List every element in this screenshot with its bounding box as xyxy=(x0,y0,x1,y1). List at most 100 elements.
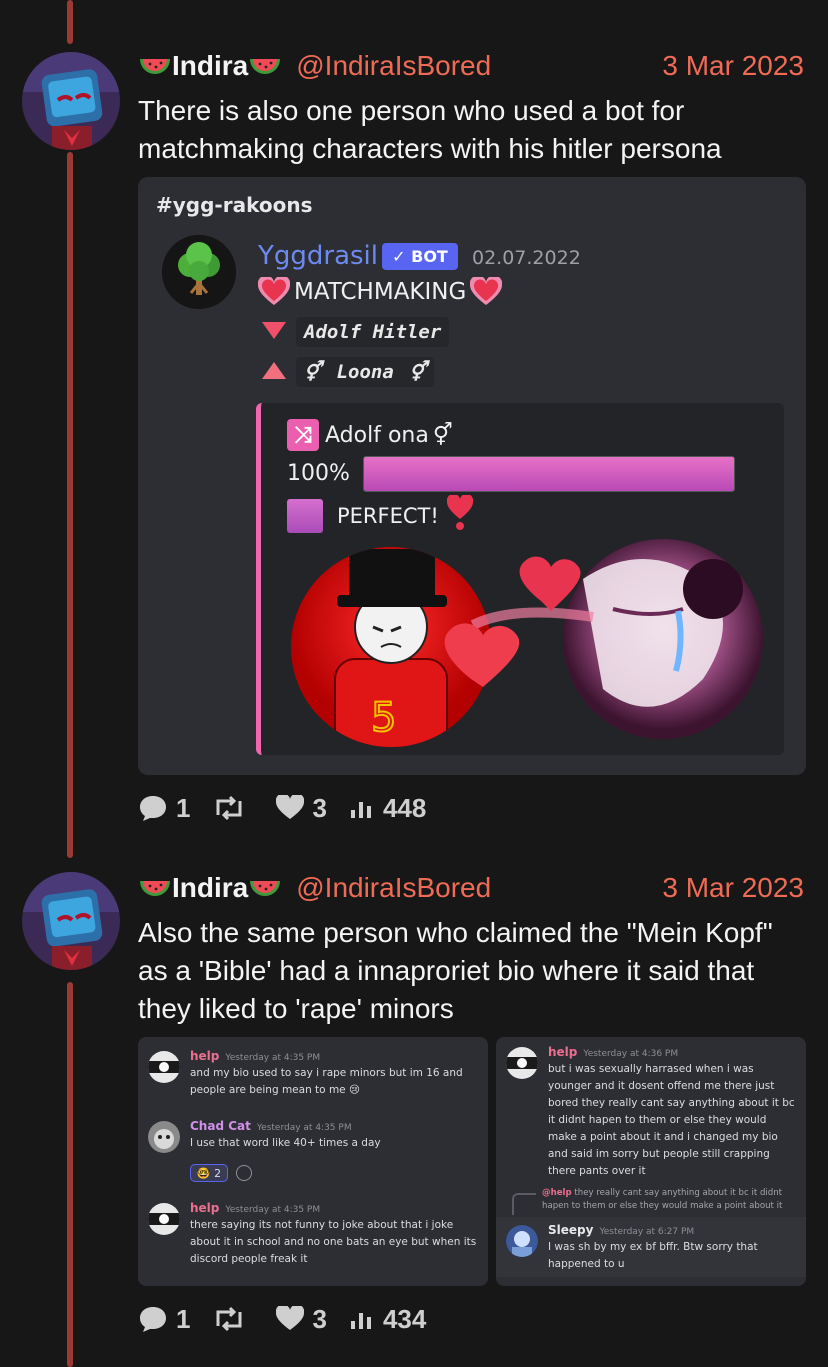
message-author: help xyxy=(548,1045,578,1059)
retweet-button[interactable] xyxy=(212,1306,254,1332)
views-icon xyxy=(350,1313,371,1329)
user-handle[interactable]: @IndiraIsBored xyxy=(296,872,491,904)
reply-button[interactable]: 1 xyxy=(138,793,190,824)
reply-button[interactable]: 1 xyxy=(138,1304,190,1335)
discord-screenshot-right[interactable]: help Yesterday at 4:36 PM but i was sexua… xyxy=(496,1037,806,1286)
heart-icon xyxy=(276,795,305,819)
message-text: and my bio used to say i rape minors but… xyxy=(190,1067,463,1096)
svg-text:5: 5 xyxy=(371,695,396,741)
bot-name: Yggdrasil xyxy=(258,241,379,271)
reply-count: 1 xyxy=(176,792,191,823)
shuffle-icon: ⤨ xyxy=(287,419,319,451)
match-name-1: Adolf Hitler xyxy=(296,317,450,347)
help-avatar xyxy=(148,1051,180,1083)
gender-icon: ⚥ xyxy=(304,361,322,383)
chat-message: Sleepy Yesterday at 6:27 PM I was sh by m… xyxy=(506,1223,798,1281)
chat-message: help Yesterday at 4:36 PM but i was sexua… xyxy=(506,1045,798,1185)
thread-line-2 xyxy=(67,982,73,1367)
match-name-2: ⚥ Loona ⚥ xyxy=(296,357,435,387)
thread-line-top xyxy=(67,0,73,44)
heart-icon xyxy=(470,275,503,307)
message-text: I was sh by my ex bf bffr. Btw sorry tha… xyxy=(548,1241,758,1270)
embed-title: ⤨ Adolf ona ⚥ xyxy=(287,419,453,451)
channel-name: #ygg-rakoons xyxy=(156,193,313,217)
watermelon-icon xyxy=(248,873,282,903)
reply-connector xyxy=(512,1193,536,1215)
like-count: 3 xyxy=(312,1303,327,1334)
discord-screenshot[interactable]: #ygg-rakoons Yggdrasil ✓ BOT 02.07.2022 … xyxy=(138,177,806,775)
post-header: Indira @IndiraIsBored 3 Mar 2023 xyxy=(138,49,804,83)
gender-icon: ⚥ xyxy=(432,422,453,448)
bot-date: 02.07.2022 xyxy=(472,247,581,269)
chat-message: help Yesterday at 4:35 PM and my bio used… xyxy=(148,1049,480,1099)
bot-avatar xyxy=(162,235,236,309)
reaction-nerd[interactable]: 🤓 2 xyxy=(190,1164,228,1182)
post-text: Also the same person who claimed the "Me… xyxy=(138,917,773,1024)
post-text: There is also one person who used a bot … xyxy=(138,95,722,164)
message-text: but i was sexually harrased when i was y… xyxy=(548,1063,795,1177)
color-square-icon xyxy=(287,498,323,533)
retweet-button[interactable] xyxy=(212,795,254,821)
post-date[interactable]: 3 Mar 2023 xyxy=(662,872,804,904)
match-row-up: ⚥ Loona ⚥ xyxy=(260,357,435,387)
help-avatar xyxy=(148,1203,180,1235)
discord-screenshot-left[interactable]: help Yesterday at 4:35 PM and my bio used… xyxy=(138,1037,488,1286)
match-progress-bar xyxy=(363,456,735,492)
chat-message: help Yesterday at 4:35 PM there saying it… xyxy=(148,1201,480,1281)
match-embed: ⤨ Adolf ona ⚥ 100% PERFECT! 5 xyxy=(256,403,784,755)
post-actions: 1 3 448 xyxy=(138,793,448,823)
views-button[interactable]: 448 xyxy=(349,793,426,824)
message-author: Sleepy xyxy=(548,1223,594,1237)
like-button[interactable]: 3 xyxy=(276,1303,327,1335)
heart-icon xyxy=(276,1306,305,1330)
help-avatar xyxy=(506,1047,538,1079)
watermelon-icon xyxy=(248,51,282,81)
percent-label: 100% xyxy=(287,461,350,486)
chat-message: Chad Cat Yesterday at 4:35 PM I use that … xyxy=(148,1119,480,1189)
heart-icon xyxy=(257,275,291,307)
message-author: help xyxy=(190,1049,220,1063)
verdict-label: PERFECT! xyxy=(337,503,439,528)
display-name[interactable]: Indira xyxy=(172,872,248,904)
matchmaking-label: MATCHMAKING xyxy=(294,279,467,305)
verdict-row: PERFECT! xyxy=(287,493,473,536)
message-text: I use that word like 40+ times a day xyxy=(190,1137,381,1149)
add-reaction-icon[interactable] xyxy=(236,1165,252,1181)
user-handle[interactable]: @IndiraIsBored xyxy=(296,50,491,82)
triangle-up-icon xyxy=(260,359,288,386)
retweet-icon xyxy=(216,795,242,821)
message-time: Yesterday at 4:35 PM xyxy=(225,1205,321,1215)
chad-cat-avatar xyxy=(148,1121,180,1153)
thread-line-1 xyxy=(67,152,73,858)
post-date[interactable]: 3 Mar 2023 xyxy=(662,50,804,82)
like-button[interactable]: 3 xyxy=(276,792,327,824)
display-name[interactable]: Indira xyxy=(172,50,248,82)
view-count: 448 xyxy=(382,792,427,823)
message-text: there saying its not funny to joke about… xyxy=(190,1219,477,1265)
avatar[interactable] xyxy=(22,52,120,150)
retweet-icon xyxy=(216,1306,242,1332)
view-count: 434 xyxy=(382,1303,427,1334)
views-icon xyxy=(350,802,371,818)
triangle-down-icon xyxy=(260,319,288,346)
reply-reference[interactable]: @help they really cant say anything abou… xyxy=(542,1187,800,1213)
heart-exclamation-icon xyxy=(446,493,473,536)
message-author: help xyxy=(190,1201,220,1215)
sleepy-avatar xyxy=(506,1225,538,1257)
message-time: Yesterday at 4:36 PM xyxy=(583,1049,679,1059)
avatar[interactable] xyxy=(22,872,120,970)
match-progress-fill xyxy=(364,457,734,491)
watermelon-icon xyxy=(138,873,172,903)
reply-count: 1 xyxy=(176,1303,191,1334)
gender-icon: ⚥ xyxy=(409,361,427,383)
views-button[interactable]: 434 xyxy=(349,1304,426,1335)
match-row-down: Adolf Hitler xyxy=(260,317,450,347)
bot-badge: ✓ BOT xyxy=(382,243,458,270)
post-header: Indira @IndiraIsBored 3 Mar 2023 xyxy=(138,871,804,905)
reply-icon xyxy=(140,796,166,821)
reply-text: they really cant say anything about it b… xyxy=(542,1188,783,1211)
match-name-2-label: Loona xyxy=(336,361,394,383)
matchmaking-title: MATCHMAKING xyxy=(257,275,503,307)
like-count: 3 xyxy=(312,792,327,823)
watermelon-icon xyxy=(138,51,172,81)
